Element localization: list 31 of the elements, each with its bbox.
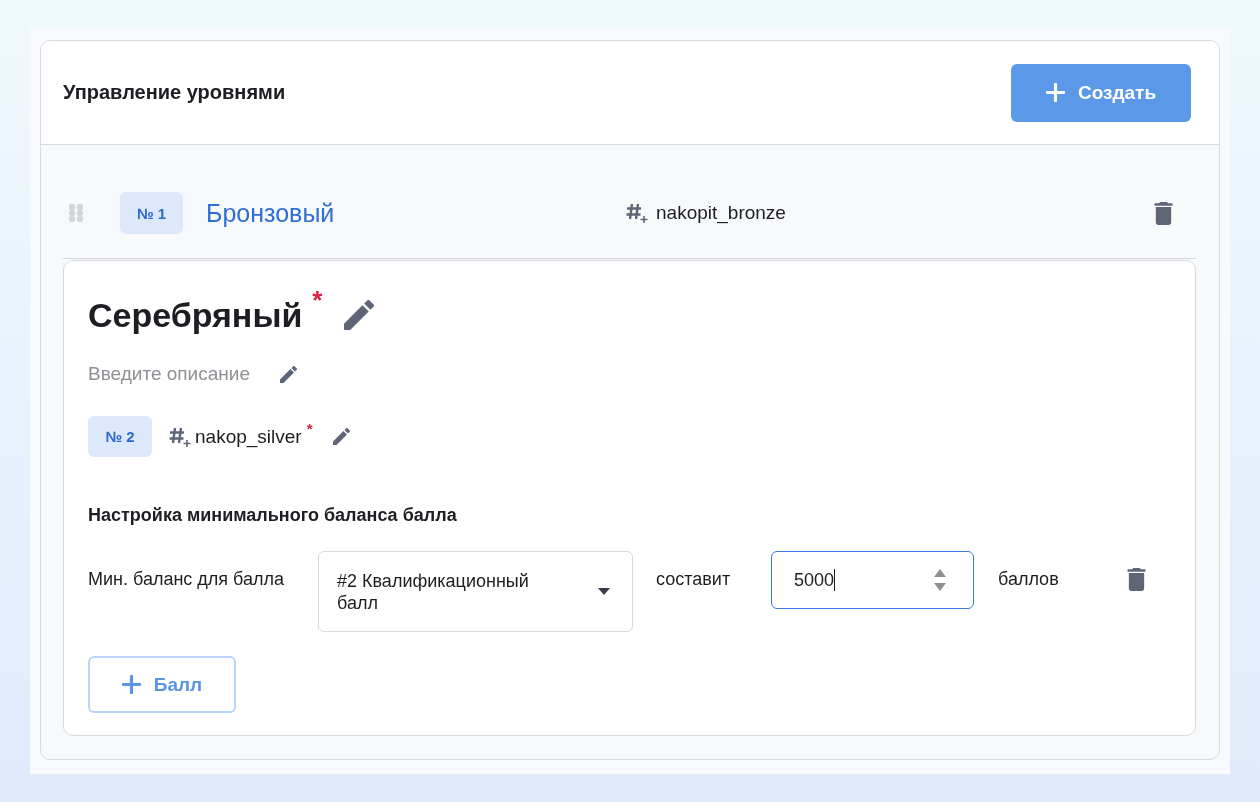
drag-handle-icon[interactable] [68,203,84,223]
pencil-icon [344,300,375,330]
connector-text: составит [656,568,731,590]
spinner-icon[interactable] [933,568,947,592]
trash-icon [1154,201,1173,225]
page-title: Управление уровнями [63,81,286,104]
hashtag-icon [626,203,648,223]
description-input[interactable]: Введите описание [88,363,274,385]
level-row[interactable]: № 1 Бронзовый nakopit_bronze [63,145,1196,259]
delete-button[interactable] [1154,201,1173,225]
plus-icon [121,675,141,694]
required-mark: * [312,287,323,313]
required-mark: * [306,420,313,437]
edit-button[interactable] [344,300,375,330]
trash-icon [1127,568,1146,591]
hashtag-icon [169,426,191,447]
level-name: Серебряный [88,295,303,335]
caret-down-icon [598,588,610,595]
level-number-badge: № 2 [88,416,152,457]
amount-input[interactable]: 5000 [771,551,974,609]
section-title: Настройка минимального баланса балла [88,504,457,527]
level-code: nakopit_bronze [656,202,786,224]
level-name-link[interactable]: Бронзовый [206,198,335,227]
plus-icon [1045,83,1065,102]
pencil-icon[interactable] [332,428,350,445]
point-select[interactable]: #2 Квалификационный балл [318,551,633,632]
pencil-icon[interactable] [280,365,297,383]
unit-text: баллов [998,568,1059,590]
level-number-badge: № 1 [120,192,183,234]
level-code: nakop_silver [195,425,302,448]
field-label: Мин. баланс для балла [88,568,285,590]
